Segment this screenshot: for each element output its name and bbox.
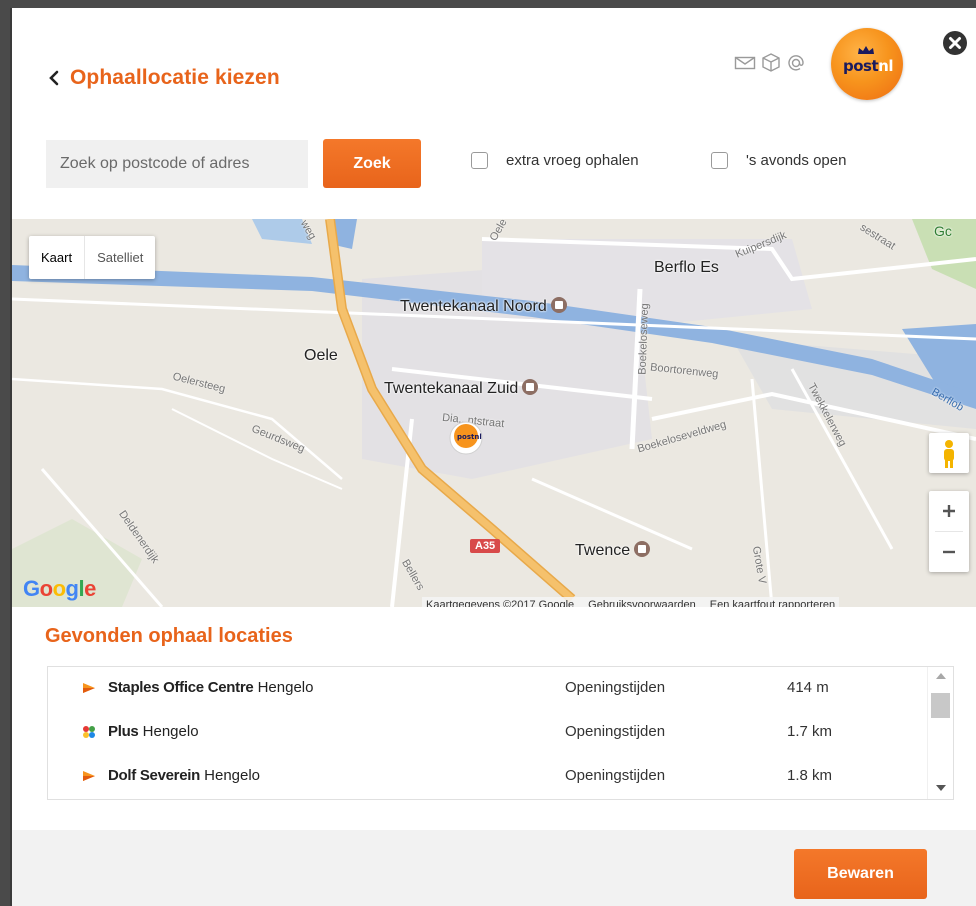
google-letter: e	[84, 576, 96, 601]
result-distance: 1.8 km	[787, 767, 833, 784]
search-button[interactable]: Zoek	[323, 139, 421, 188]
early-pickup-checkbox[interactable]	[471, 152, 488, 169]
chevron-left-icon	[49, 70, 59, 86]
envelope-icon	[734, 56, 756, 70]
result-store-name: Staples Office Centre	[108, 679, 254, 696]
pegman-icon	[944, 440, 954, 468]
package-icon	[762, 53, 780, 72]
result-distance: 1.7 km	[787, 723, 833, 740]
result-name: Plus Hengelo	[108, 723, 199, 740]
logo-text-nl: nl	[878, 57, 893, 75]
map-attribution-bar: Kaartgegevens ©2017 Google Gebruiksvoorw…	[422, 597, 840, 607]
report-error-link[interactable]: Een kaartfout rapporteren	[710, 599, 835, 607]
map-label-berflo-es: Berflo Es	[654, 259, 719, 276]
road-twence	[531, 477, 693, 551]
results-list: Staples Office Centre Hengelo Openingsti…	[48, 667, 926, 799]
map-attribution: Kaartgegevens ©2017 Google	[426, 599, 575, 607]
twence-text: Twence	[575, 542, 631, 559]
terms-link[interactable]: Gebruiksvoorwaarden	[588, 599, 696, 607]
google-letter: o	[39, 576, 53, 601]
logo-text-post: post	[843, 57, 879, 75]
modal-footer: Bewaren	[12, 830, 976, 906]
twentekanaal-noord-text: Twentekanaal Noord	[400, 298, 547, 315]
page-title: Ophaallocatie kiezen	[70, 66, 280, 89]
map-label-twentekanaal-noord: Twentekanaal Noord	[400, 297, 567, 316]
postnl-point-icon	[83, 771, 95, 781]
poi-icon	[634, 541, 651, 557]
google-logo: Google	[23, 576, 96, 602]
road-geurdsweg	[171, 408, 343, 490]
result-name: Staples Office Centre Hengelo	[108, 679, 313, 696]
result-row[interactable]: Dolf Severein Hengelo Openingstijden 1.8…	[48, 755, 926, 799]
scroll-thumb[interactable]	[931, 693, 950, 718]
google-letter: o	[52, 576, 66, 601]
scroll-up-arrow-icon[interactable]	[936, 673, 946, 679]
result-distance: 414 m	[787, 679, 829, 696]
search-input[interactable]	[46, 140, 308, 188]
road-oelersteeg	[12, 377, 343, 480]
at-sign-icon	[788, 55, 804, 71]
opening-hours-link[interactable]: Openingstijden	[565, 723, 665, 740]
postnl-logo-text: postnl	[843, 57, 893, 75]
zoom-out-button[interactable]	[929, 532, 969, 572]
map-label-twentekanaal-zuid: Twentekanaal Zuid	[384, 379, 539, 398]
results-title: Gevonden ophaal locaties	[45, 625, 293, 647]
map[interactable]: Kaart Satelliet Berflo Es Twentekanaal N…	[12, 219, 976, 607]
minus-icon	[943, 550, 955, 554]
early-pickup-label: extra vroeg ophalen	[506, 152, 639, 169]
google-letter: g	[65, 576, 79, 601]
plus-icon	[943, 505, 955, 517]
result-name: Dolf Severein Hengelo	[108, 767, 260, 784]
opening-hours-link[interactable]: Openingstijden	[565, 679, 665, 696]
map-label-twence: Twence	[575, 541, 651, 560]
map-type-satelliet[interactable]: Satelliet	[84, 236, 155, 279]
background-window-edge-top	[0, 0, 976, 8]
map-label-g-partial: Gc	[934, 223, 952, 239]
evening-open-checkbox[interactable]	[711, 152, 728, 169]
pickup-location-modal: Ophaallocatie kiezen postnl Zoek op post…	[12, 8, 976, 906]
crown-icon	[858, 46, 874, 54]
background-window-edge	[0, 0, 10, 906]
zoom-control	[929, 491, 969, 572]
postnl-marker-icon[interactable]: postnl	[447, 419, 485, 457]
results-list-box: Staples Office Centre Hengelo Openingsti…	[47, 666, 954, 800]
poi-icon	[522, 379, 539, 395]
result-city: Hengelo	[204, 767, 261, 784]
road-number-badge: A35	[470, 539, 501, 553]
pegman-control[interactable]	[929, 433, 969, 473]
plus-store-icon	[83, 726, 95, 738]
postnl-marker-shape: postnl	[449, 421, 483, 455]
svg-text:postnl: postnl	[457, 433, 482, 441]
map-type-control: Kaart Satelliet	[29, 236, 156, 279]
opening-hours-link[interactable]: Openingstijden	[565, 767, 665, 784]
google-letter: G	[23, 576, 40, 601]
result-store-name: Dolf Severein	[108, 767, 200, 784]
save-button[interactable]: Bewaren	[794, 849, 927, 899]
result-city: Hengelo	[142, 723, 199, 740]
zoom-in-button[interactable]	[929, 491, 969, 531]
scroll-down-arrow-icon[interactable]	[936, 785, 946, 791]
close-button[interactable]	[943, 31, 967, 55]
map-type-kaart[interactable]: Kaart	[29, 236, 84, 279]
channel-icons	[734, 52, 806, 74]
result-row[interactable]: Plus Hengelo Openingstijden 1.7 km	[48, 711, 926, 755]
close-icon	[949, 37, 961, 49]
postnl-point-icon	[83, 683, 95, 693]
evening-open-filter[interactable]: 's avonds open	[711, 152, 846, 169]
back-link[interactable]: Ophaallocatie kiezen	[48, 66, 280, 90]
result-row[interactable]: Staples Office Centre Hengelo Openingsti…	[48, 667, 926, 711]
result-store-name: Plus	[108, 723, 139, 740]
results-scrollbar[interactable]	[927, 667, 953, 799]
modal-header: Ophaallocatie kiezen postnl	[12, 8, 976, 130]
street-boekeloseweg: Boekeloseweg	[636, 303, 652, 375]
map-label-oele: Oele	[304, 347, 338, 364]
early-pickup-filter[interactable]: extra vroeg ophalen	[471, 152, 639, 169]
twentekanaal-zuid-text: Twentekanaal Zuid	[384, 380, 519, 397]
evening-open-label: 's avonds open	[746, 152, 847, 169]
postnl-logo: postnl	[831, 28, 903, 100]
result-city: Hengelo	[257, 679, 314, 696]
poi-icon	[550, 297, 567, 313]
